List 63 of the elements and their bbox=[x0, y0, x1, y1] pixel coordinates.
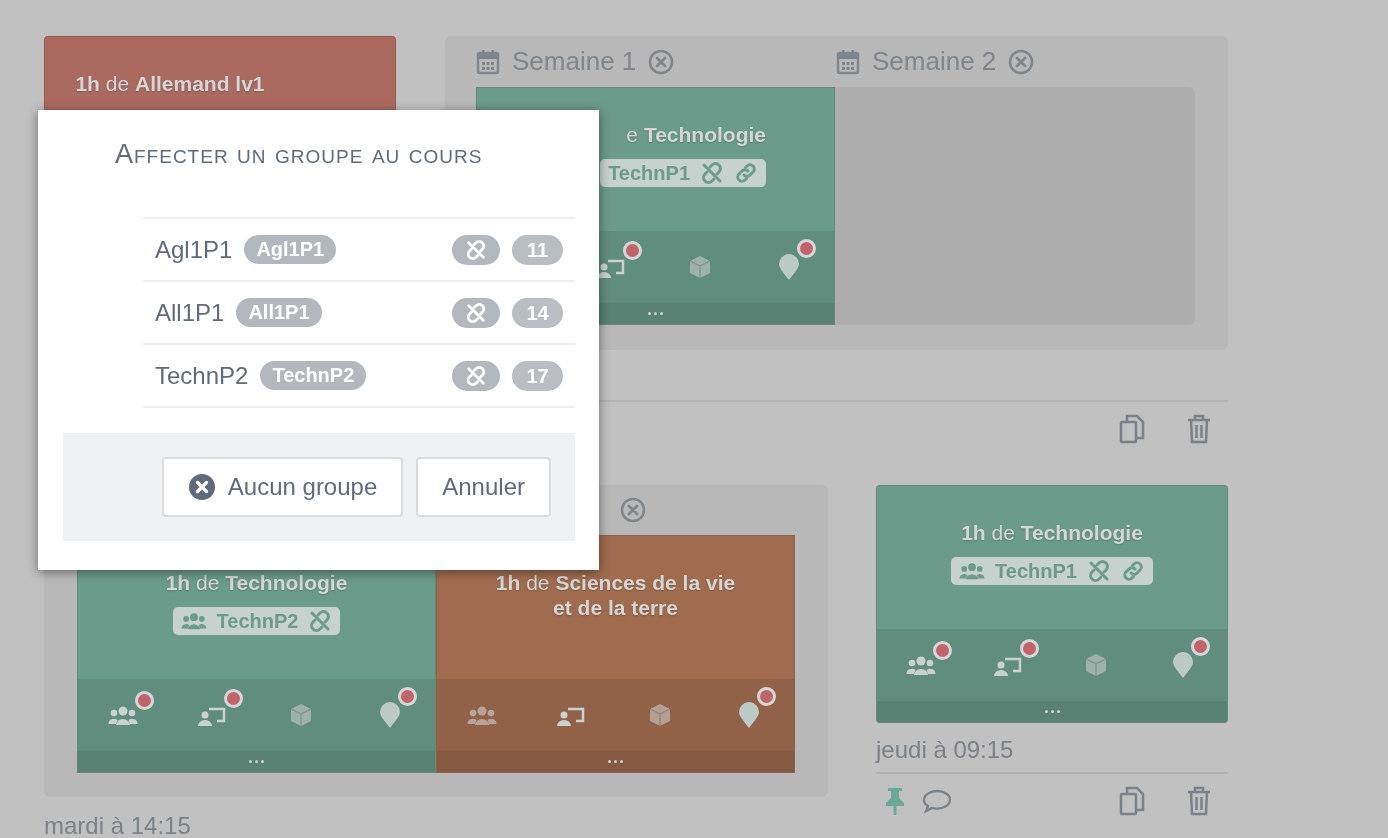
unlink-toggle[interactable] bbox=[452, 234, 500, 265]
unlink-icon bbox=[465, 301, 487, 324]
remove-icon[interactable] bbox=[1008, 48, 1035, 75]
course-title: 1h de Sciences de la vie et de la terre bbox=[494, 570, 737, 620]
week-label: Semaine 1 bbox=[512, 46, 637, 77]
remove-icon[interactable] bbox=[648, 48, 675, 75]
trash-icon[interactable] bbox=[1187, 786, 1211, 816]
group-label: TechnP1 bbox=[608, 161, 690, 185]
people-icon bbox=[180, 611, 207, 631]
more-icon[interactable] bbox=[1044, 710, 1060, 713]
more-icon[interactable] bbox=[608, 760, 623, 763]
course-title: 1h de Technologie bbox=[165, 570, 348, 595]
group-option[interactable]: Agl1P1 Agl1P1 11 bbox=[143, 219, 575, 282]
group-option[interactable]: All1P1 All1P1 14 bbox=[143, 282, 575, 345]
unlink-toggle[interactable] bbox=[452, 297, 500, 328]
student-count: 17 bbox=[512, 360, 563, 391]
group-label: TechnP1 bbox=[995, 559, 1077, 583]
schedule-time: mardi à 14:15 bbox=[44, 812, 192, 838]
group-option[interactable]: TechnP2 TechnP2 17 bbox=[143, 345, 575, 408]
student-count: 11 bbox=[512, 234, 563, 265]
no-group-button[interactable]: Aucun groupe bbox=[161, 457, 404, 517]
pushpin-icon[interactable] bbox=[884, 786, 906, 816]
people-icon bbox=[107, 704, 138, 726]
comment-icon[interactable] bbox=[922, 788, 952, 814]
more-icon[interactable] bbox=[249, 760, 264, 763]
calendar-icon bbox=[836, 48, 860, 75]
unlink-icon bbox=[465, 364, 487, 387]
course-title: e Technologie bbox=[626, 122, 766, 147]
copy-icon[interactable] bbox=[1119, 786, 1145, 816]
map-marker-icon bbox=[379, 701, 402, 729]
people-icon bbox=[466, 704, 497, 726]
cancel-button[interactable]: Annuler bbox=[416, 457, 551, 517]
group-tag: All1P1 bbox=[236, 298, 322, 327]
unlink-icon bbox=[465, 238, 487, 261]
schedule-time: jeudi à 09:15 bbox=[876, 736, 1015, 765]
map-marker-icon bbox=[738, 701, 761, 729]
unlink-icon bbox=[700, 161, 724, 185]
student-count: 14 bbox=[512, 297, 563, 328]
group-label: TechnP2 bbox=[216, 609, 299, 633]
clear-icon bbox=[187, 473, 216, 501]
people-icon bbox=[959, 561, 986, 581]
group-name: Agl1P1 bbox=[155, 235, 233, 264]
unlink-icon bbox=[308, 609, 333, 633]
copy-icon[interactable] bbox=[1119, 414, 1145, 444]
map-marker-icon bbox=[1172, 651, 1195, 679]
unlink-toggle[interactable] bbox=[452, 360, 500, 391]
group-name: All1P1 bbox=[155, 298, 225, 327]
more-icon[interactable] bbox=[648, 312, 663, 315]
people-icon bbox=[905, 654, 936, 676]
link-icon bbox=[734, 161, 758, 185]
course-title: 1h de Allemand lv1 bbox=[74, 71, 266, 96]
link-icon bbox=[1120, 559, 1145, 583]
week-label: Semaine 2 bbox=[872, 46, 997, 77]
trash-icon[interactable] bbox=[1187, 414, 1211, 444]
calendar-icon bbox=[476, 48, 500, 75]
unlink-icon bbox=[1086, 559, 1111, 583]
course-title: 1h de Technologie bbox=[961, 520, 1143, 545]
group-name: TechnP2 bbox=[155, 361, 249, 390]
remove-icon[interactable] bbox=[620, 497, 646, 523]
map-marker-icon bbox=[778, 253, 801, 281]
dialog-title: Affecter un groupe au cours bbox=[115, 139, 483, 170]
group-tag: Agl1P1 bbox=[244, 235, 337, 264]
group-tag: TechnP2 bbox=[260, 361, 367, 390]
